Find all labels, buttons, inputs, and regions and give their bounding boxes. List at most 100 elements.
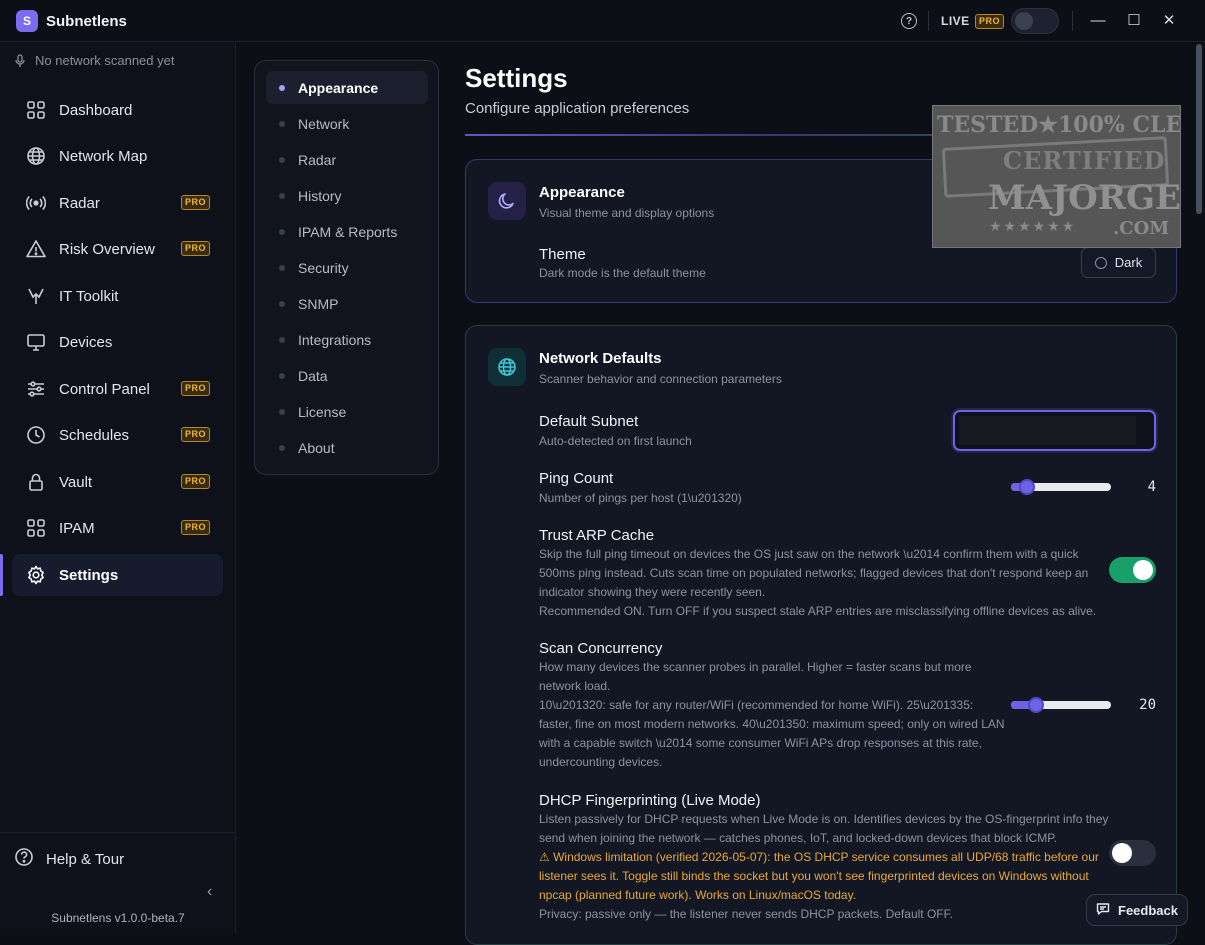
network-defaults-card: Network Defaults Scanner behavior and co… (465, 325, 1177, 945)
globe-icon (488, 348, 526, 386)
app-name: Subnetlens (46, 13, 127, 30)
sidebar-item-devices[interactable]: Devices (12, 321, 223, 363)
subnav-item-radar[interactable]: Radar (266, 143, 428, 176)
dhcp-fingerprinting-description: Listen passively for DHCP requests when … (539, 810, 1108, 924)
sidebar-item-radar[interactable]: Radar PRO (12, 182, 223, 224)
settings-subnav: Appearance Network Radar History IPAM & … (254, 60, 439, 475)
help-tour-button[interactable]: Help & Tour (14, 847, 124, 871)
help-icon[interactable]: ? (901, 13, 917, 29)
grid-icon (25, 517, 47, 539)
sidebar-item-dashboard[interactable]: Dashboard (12, 89, 223, 131)
app-version: Subnetlens v1.0.0-beta.7 (51, 911, 185, 925)
desc-line: undercounting devices. (539, 755, 663, 769)
trust-arp-description: Skip the full ping timeout on devices th… (539, 545, 1096, 621)
subnav-item-ipam-reports[interactable]: IPAM & Reports (266, 215, 428, 248)
theme-dark-button[interactable]: Dark (1081, 247, 1156, 278)
desc-line: faster, fine on most modern networks. 40… (539, 717, 1005, 731)
desc-line: network load. (539, 679, 611, 693)
subnav-item-history[interactable]: History (266, 179, 428, 212)
trust-arp-title: Trust ARP Cache (539, 527, 655, 544)
live-mode-toggle[interactable] (1011, 8, 1059, 34)
pro-badge: PRO (180, 520, 210, 535)
bullet-icon (279, 336, 285, 343)
radar-icon (25, 192, 47, 214)
minimize-button[interactable]: — (1087, 10, 1109, 32)
sidebar-item-label: Risk Overview (59, 240, 155, 258)
default-subnet-field[interactable] (953, 410, 1156, 451)
sidebar-item-schedules[interactable]: Schedules PRO (12, 414, 223, 456)
bullet-icon (279, 84, 285, 91)
default-subnet-input[interactable] (959, 416, 1136, 445)
network-title: Network Defaults (539, 350, 662, 367)
moon-icon (488, 182, 526, 220)
close-window-button[interactable]: ✕ (1158, 10, 1180, 32)
trust-arp-toggle[interactable] (1109, 557, 1156, 583)
toggle-knob (1015, 12, 1033, 30)
sidebar-item-it-toolkit[interactable]: IT Toolkit (12, 275, 223, 317)
page-title: Settings (465, 63, 568, 93)
subnav-label: About (298, 439, 335, 456)
subnav-item-data[interactable]: Data (266, 359, 428, 392)
scan-concurrency-slider[interactable] (1011, 697, 1111, 713)
subnav-label: Radar (298, 151, 337, 168)
subnav-item-snmp[interactable]: SNMP (266, 287, 428, 320)
subnav-label: Data (298, 367, 328, 384)
sidebar-item-ipam[interactable]: IPAM PRO (12, 507, 223, 549)
toolkit-icon (25, 285, 47, 307)
sidebar-item-vault[interactable]: Vault PRO (12, 461, 223, 503)
help-circle-icon (14, 847, 34, 871)
pro-badge: PRO (180, 195, 210, 210)
desc-line: with a capable switch \u2014 some consum… (539, 736, 982, 750)
sidebar-item-control-panel[interactable]: Control Panel PRO (12, 368, 223, 410)
majorgeeks-watermark: TESTED★100% CLEAN CERTIFIED MAJORGEEKS ★… (932, 105, 1181, 248)
theme-button-label: Dark (1114, 255, 1143, 270)
sidebar-item-label: IT Toolkit (59, 287, 119, 305)
subnav-item-license[interactable]: License (266, 395, 428, 428)
scrollbar-thumb[interactable] (1196, 44, 1202, 214)
desc-line: 500ms ping instead. Cuts scan time on po… (539, 566, 1089, 580)
pro-badge: PRO (180, 474, 210, 489)
title-bar: S Subnetlens ? LIVE PRO — ☐ ✕ (0, 0, 1205, 42)
sidebar-item-settings[interactable]: Settings (12, 554, 223, 596)
desc-line: Listen passively for DHCP requests when … (539, 812, 1109, 826)
subnav-label: Network (298, 115, 350, 132)
dhcp-fingerprinting-title: DHCP Fingerprinting (Live Mode) (539, 792, 761, 809)
subnav-label: History (298, 187, 342, 204)
ping-count-title: Ping Count (539, 470, 614, 487)
sidebar-item-label: Schedules (59, 426, 130, 444)
desc-line: send when joining the network — catches … (539, 831, 1058, 845)
windows-limitation-warning: listener sees it. Toggle still binds the… (539, 869, 1089, 883)
sidebar-item-network-map[interactable]: Network Map (12, 135, 223, 177)
toggle-knob (1133, 560, 1153, 580)
bullet-icon (279, 156, 285, 163)
scan-concurrency-value: 20 (1139, 697, 1156, 713)
subnav-item-security[interactable]: Security (266, 251, 428, 284)
windows-limitation-warning: npcap (planned future work). Works on Li… (539, 888, 857, 902)
watermark-domain: .COM (1113, 218, 1170, 239)
desc-line: Recommended ON. Turn OFF if you suspect … (539, 604, 1097, 618)
ping-count-slider[interactable] (1011, 479, 1111, 495)
subnav-label: SNMP (298, 295, 339, 312)
subnav-item-network[interactable]: Network (266, 107, 428, 140)
bullet-icon (279, 372, 285, 379)
default-subnet-title: Default Subnet (539, 413, 639, 430)
feedback-button[interactable]: Feedback (1086, 894, 1188, 926)
page-subtitle: Configure application preferences (465, 100, 690, 117)
subnav-item-integrations[interactable]: Integrations (266, 323, 428, 356)
subnav-item-appearance[interactable]: Appearance (266, 71, 428, 104)
slider-thumb[interactable] (1028, 697, 1044, 713)
collapse-sidebar-icon[interactable]: ‹ (207, 883, 212, 901)
radio-icon (1094, 256, 1107, 269)
watermark-stars: ★★★★★★ (989, 218, 1077, 234)
desc-line: Skip the full ping timeout on devices th… (539, 547, 1079, 561)
help-tour-label: Help & Tour (46, 850, 125, 868)
maximize-button[interactable]: ☐ (1123, 10, 1145, 32)
watermark-line3: MAJORGEEKS (988, 178, 1181, 218)
dhcp-fingerprinting-toggle[interactable] (1109, 840, 1156, 866)
subnav-item-about[interactable]: About (266, 431, 428, 464)
sidebar-item-risk-overview[interactable]: Risk Overview PRO (12, 228, 223, 270)
windows-limitation-warning: ⚠ Windows limitation (verified 2026-05-0… (539, 850, 1099, 864)
main-scrollbar[interactable] (1196, 42, 1202, 933)
slider-thumb[interactable] (1019, 479, 1035, 495)
bullet-icon (279, 228, 285, 235)
